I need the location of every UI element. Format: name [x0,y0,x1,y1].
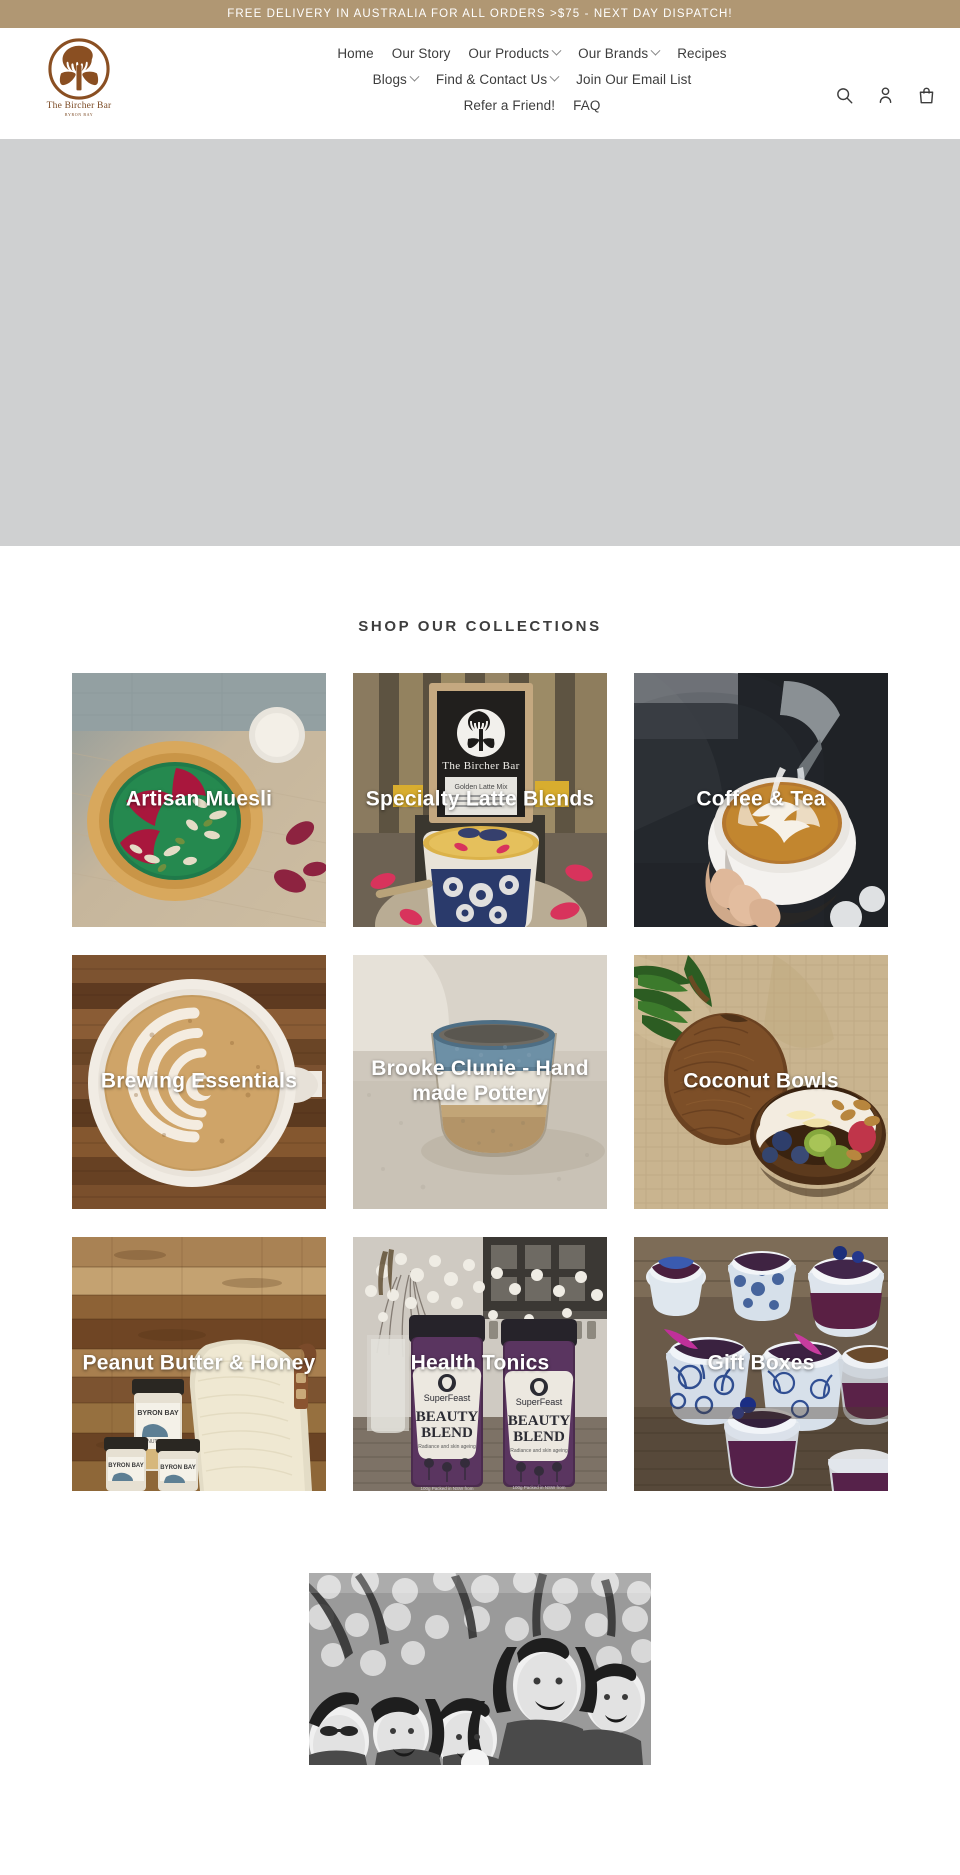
nav-label: Our Brands [578,46,649,61]
announcement-text: FREE DELIVERY IN AUSTRALIA FOR ALL ORDER… [227,8,733,20]
chevron-down-icon [551,45,562,56]
svg-text:Radiance and skin ageing: Radiance and skin ageing [510,1448,568,1454]
svg-text:BEAUTY: BEAUTY [508,1413,571,1429]
collection-tile-label: Gift Boxes [707,1351,815,1375]
nav-item-faq[interactable]: FAQ [564,94,609,117]
nav-label: Our Story [391,46,451,61]
svg-text:BLEND: BLEND [421,1425,473,1441]
nav-label: Recipes [677,46,727,61]
nav-label: Blogs [372,72,407,87]
collection-tile-label: Coconut Bowls [683,1069,839,1093]
collection-tile-coconut-bowls[interactable]: Coconut Bowls [634,955,888,1209]
nav-item-our-products[interactable]: Our Products [459,42,569,65]
collection-tile-label: Brooke Clunie - Hand made Pottery [371,1057,589,1105]
svg-text:BYRON BAY: BYRON BAY [108,1463,143,1469]
collection-tile-health-tonics[interactable]: SuperFeast BEAUTY BLEND Radiance and ski… [353,1237,607,1491]
svg-text:100g Packed in NSW from: 100g Packed in NSW from [512,1485,565,1490]
collection-tile-specialty-latte-blends[interactable]: The Bircher Bar Golden Latte Mix Special… [353,673,607,927]
nav-label: Find & Contact Us [435,72,548,87]
team-photo-section [0,1491,960,1765]
svg-text:BYRON BAY: BYRON BAY [160,1465,195,1471]
collections-section: SHOP OUR COLLECTIONS Artisan Muesli The … [0,546,960,1491]
svg-text:BYRON BAY: BYRON BAY [137,1410,179,1417]
collection-tile-label: Coffee & Tea [696,787,826,811]
svg-text:BEAUTY: BEAUTY [416,1409,479,1425]
header-icon-group [835,86,936,105]
team-photo[interactable] [309,1573,651,1765]
collection-tile-brewing-essentials[interactable]: Brewing Essentials [72,955,326,1209]
collections-grid: Artisan Muesli The Bircher Bar Golden La… [72,673,888,1491]
nav-row-1: Home Our Story Our Products Our Brands R… [328,42,735,65]
collection-tile-coffee-and-tea[interactable]: Coffee & Tea [634,673,888,927]
nav-item-our-brands[interactable]: Our Brands [569,42,668,65]
site-logo-tagline: BYRON BAY [64,112,94,117]
nav-row-3: Refer a Friend! FAQ [455,94,610,117]
account-icon[interactable] [876,86,895,105]
cart-icon[interactable] [917,86,936,105]
nav-item-refer-a-friend[interactable]: Refer a Friend! [455,94,565,117]
svg-text:100g Packed in NSW from: 100g Packed in NSW from [420,1486,473,1491]
svg-text:Radiance and skin ageing: Radiance and skin ageing [418,1444,476,1450]
nav-label: Home [337,46,374,61]
nav-label: Our Products [468,46,550,61]
svg-text:SuperFeast: SuperFeast [424,1393,471,1403]
nav-label: Refer a Friend! [463,98,556,113]
chevron-down-icon [650,45,661,56]
collection-tile-artisan-muesli[interactable]: Artisan Muesli [72,673,326,927]
tree-in-circle-logo-icon [48,38,110,100]
svg-text:The Bircher Bar: The Bircher Bar [442,760,519,772]
chevron-down-icon [549,71,560,82]
nav-row-2: Blogs Find & Contact Us Join Our Email L… [364,68,701,91]
announcement-bar: FREE DELIVERY IN AUSTRALIA FOR ALL ORDER… [0,0,960,28]
nav-label: Join Our Email List [576,72,692,87]
collection-tile-gift-boxes[interactable]: Gift Boxes [634,1237,888,1491]
svg-text:BLEND: BLEND [513,1429,565,1445]
collection-tile-label: Health Tonics [410,1351,550,1375]
collection-tile-peanut-butter-and-honey[interactable]: BYRON BAY PEANUT BUTTER BYRON BAY [72,1237,326,1491]
chevron-down-icon [409,71,420,82]
nav-item-home[interactable]: Home [328,42,382,65]
main-navigation: Home Our Story Our Products Our Brands R… [122,28,942,117]
hero-slideshow-placeholder[interactable] [0,139,960,546]
collection-tile-label: Brewing Essentials [100,1069,298,1093]
nav-item-recipes[interactable]: Recipes [668,42,735,65]
nav-item-blogs[interactable]: Blogs [364,68,427,91]
search-icon[interactable] [835,86,854,105]
site-header: The Bircher Bar BYRON BAY Home Our Story… [0,28,960,139]
collection-tile-label: Artisan Muesli [125,787,273,811]
collection-tile-brooke-clunie-hand-made-pottery[interactable]: Brooke Clunie - Hand made Pottery [353,955,607,1209]
section-title-shop-our-collections: SHOP OUR COLLECTIONS [358,618,602,635]
nav-label: FAQ [573,98,601,113]
collection-tile-label: Specialty Latte Blends [365,787,595,811]
svg-text:SuperFeast: SuperFeast [516,1397,563,1407]
nav-item-our-story[interactable]: Our Story [383,42,460,65]
site-logo[interactable]: The Bircher Bar BYRON BAY [18,28,122,117]
collection-tile-label: Peanut Butter & Honey [82,1351,316,1375]
nav-item-find-contact-us[interactable]: Find & Contact Us [427,68,567,91]
nav-item-join-our-email-list[interactable]: Join Our Email List [567,68,700,91]
site-logo-name: The Bircher Bar [46,101,112,111]
